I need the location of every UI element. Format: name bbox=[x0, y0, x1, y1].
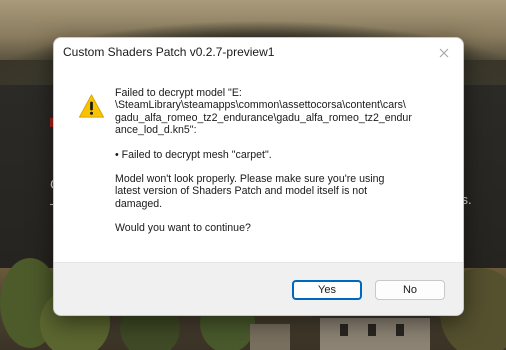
message-line: \SteamLibrary\steamapps\common\assettoco… bbox=[115, 99, 406, 112]
close-button[interactable] bbox=[431, 41, 457, 65]
message-line: gadu_alfa_romeo_tz2_endurance\gadu_alfa_… bbox=[115, 111, 412, 124]
background-window bbox=[396, 324, 404, 336]
dialog-message: Failed to decrypt model "E: \SteamLibrar… bbox=[115, 87, 455, 235]
no-button[interactable]: No bbox=[375, 280, 445, 300]
message-line: damaged. bbox=[115, 197, 163, 210]
dialog-content: Failed to decrypt model "E: \SteamLibrar… bbox=[54, 68, 463, 262]
yes-button[interactable]: Yes bbox=[292, 280, 362, 300]
background-window bbox=[340, 324, 348, 336]
message-bullet: • Failed to decrypt mesh "carpet". bbox=[115, 148, 272, 161]
message-line: Model won't look properly. Please make s… bbox=[115, 173, 385, 186]
message-line: ance_lod_d.kn5": bbox=[115, 124, 197, 137]
message-dialog: Custom Shaders Patch v0.2.7-preview1 Fai… bbox=[53, 37, 464, 316]
message-line: latest version of Shaders Patch and mode… bbox=[115, 185, 368, 198]
dialog-titlebar[interactable]: Custom Shaders Patch v0.2.7-preview1 bbox=[54, 38, 463, 68]
message-line: Failed to decrypt model "E: bbox=[115, 87, 242, 99]
dialog-title: Custom Shaders Patch v0.2.7-preview1 bbox=[63, 45, 275, 59]
close-icon bbox=[439, 48, 449, 58]
dialog-button-bar: Yes No bbox=[54, 262, 463, 315]
background-building bbox=[250, 324, 290, 350]
warning-icon bbox=[78, 94, 105, 118]
background-window bbox=[368, 324, 376, 336]
message-question: Would you want to continue? bbox=[115, 222, 251, 235]
